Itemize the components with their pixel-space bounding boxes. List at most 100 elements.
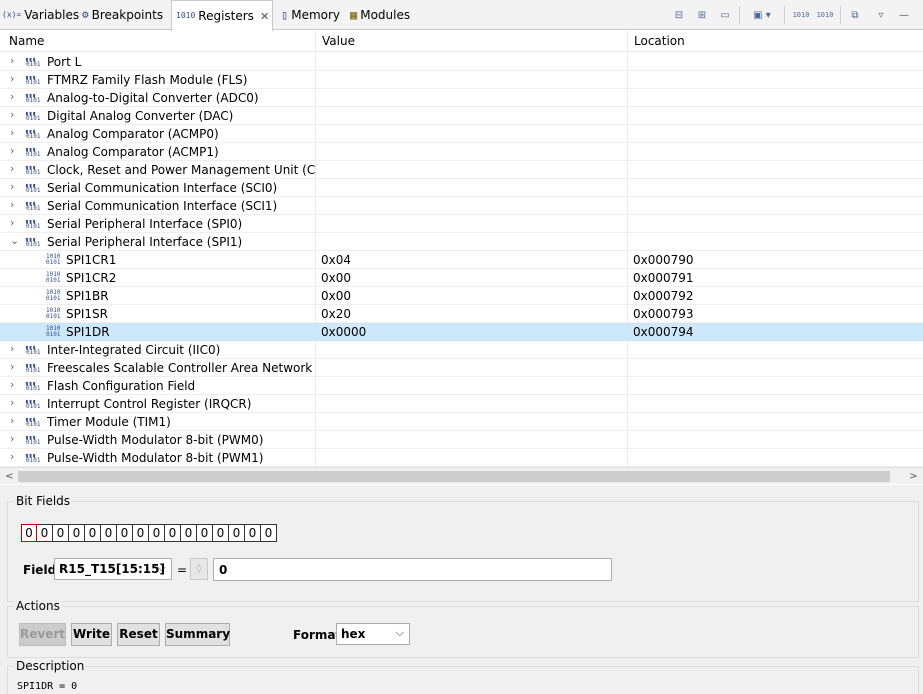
write-button[interactable]: Write — [71, 623, 112, 646]
revert-button[interactable]: Revert — [19, 623, 66, 646]
register-group-row[interactable]: › ▖▖▖ 0101 Inter-Integrated Circuit (IIC0) — [0, 341, 923, 359]
bit-cell[interactable]: 0 — [245, 524, 261, 542]
register-row[interactable]: 1010 0101 SPI1DR 0x0000 0x000794 — [0, 323, 923, 341]
layout-menu-icon[interactable]: ▣ ▾ — [747, 7, 777, 23]
register-group-row[interactable]: › ▖▖▖ 0101 Port L — [0, 53, 923, 71]
register-value[interactable]: 0x00 — [321, 289, 351, 303]
register-group-row[interactable]: › ▖▖▖ 0101 Analog Comparator (ACMP0) — [0, 125, 923, 143]
chevron-right-icon[interactable]: › — [10, 198, 20, 211]
chevron-right-icon[interactable]: › — [10, 432, 20, 445]
bit-cell[interactable]: 0 — [261, 524, 277, 542]
bit-cell[interactable]: 0 — [85, 524, 101, 542]
new-view-icon[interactable]: ⧉ — [846, 7, 864, 23]
chevron-right-icon[interactable]: › — [10, 54, 20, 67]
bit-cell[interactable]: 0 — [229, 524, 245, 542]
number-format-alt-icon[interactable]: 1010 — [814, 7, 836, 23]
chevron-right-icon[interactable]: › — [10, 162, 20, 175]
close-icon[interactable]: ✕ — [260, 10, 269, 23]
column-header-name[interactable]: Name — [9, 34, 44, 48]
chevron-right-icon[interactable]: › — [10, 378, 20, 391]
register-location: 0x000794 — [633, 325, 694, 339]
chevron-right-icon[interactable]: › — [10, 144, 20, 157]
bit-cell[interactable]: 0 — [69, 524, 85, 542]
view-menu-icon[interactable]: ▿ — [874, 7, 888, 23]
format-select[interactable]: hex ⌵ — [336, 623, 410, 645]
bit-cell[interactable]: 0 — [53, 524, 69, 542]
column-header-location[interactable]: Location — [634, 34, 685, 48]
register-group-row[interactable]: › ▖▖▖ 0101 Digital Analog Converter (DAC) — [0, 107, 923, 125]
register-group-row[interactable]: › ▖▖▖ 0101 Analog Comparator (ACMP1) — [0, 143, 923, 161]
register-group-row[interactable]: › ▖▖▖ 0101 Serial Peripheral Interface (SPI… — [0, 215, 923, 233]
scroll-right-icon[interactable]: > — [905, 469, 922, 484]
chevron-right-icon[interactable]: › — [10, 396, 20, 409]
bit-cell[interactable]: 0 — [181, 524, 197, 542]
bit-cell[interactable]: 0 — [37, 524, 53, 542]
bit-cell[interactable]: 0 — [21, 524, 37, 542]
register-row[interactable]: 1010 0101 SPI1BR 0x00 0x000792 — [0, 287, 923, 305]
add-register-group-icon[interactable]: ⊞ — [694, 7, 710, 23]
register-group-row[interactable]: › ▖▖▖ 0101 Clock, Reset and Power Managemen… — [0, 161, 923, 179]
scroll-left-icon[interactable]: < — [1, 469, 18, 484]
minimize-icon[interactable]: ▭ — [717, 7, 733, 23]
bit-cell[interactable]: 0 — [133, 524, 149, 542]
bit-cell[interactable]: 0 — [165, 524, 181, 542]
bit-cell[interactable]: 0 — [117, 524, 133, 542]
column-header-value[interactable]: Value — [322, 34, 355, 48]
table-header: Name Value Location — [0, 31, 923, 52]
number-format-icon[interactable]: 1010 — [790, 7, 812, 23]
chevron-right-icon[interactable]: › — [10, 360, 20, 373]
chevron-right-icon[interactable]: › — [10, 108, 20, 121]
register-group-icon: ▖▖▖ 0101 — [26, 109, 41, 122]
chevron-right-icon[interactable]: › — [10, 342, 20, 355]
chevron-right-icon[interactable]: › — [10, 414, 20, 427]
register-group-row[interactable]: › ▖▖▖ 0101 Serial Communication Interface (… — [0, 197, 923, 215]
scrollbar-thumb[interactable] — [18, 471, 890, 482]
register-group-row[interactable]: ⌄ ▖▖▖ 0101 Serial Peripheral Interface (SPI… — [0, 233, 923, 251]
tab-breakpoints-label: Breakpoints — [91, 8, 164, 22]
tab-variables[interactable]: (x)= Variables — [2, 0, 79, 30]
bit-cell[interactable]: 0 — [101, 524, 117, 542]
register-value[interactable]: 0x04 — [321, 253, 351, 267]
bit-cell[interactable]: 0 — [197, 524, 213, 542]
field-spinner[interactable]: ◊ — [190, 558, 208, 580]
tab-registers[interactable]: 1010 Registers ✕ — [171, 0, 273, 31]
reset-button[interactable]: Reset — [117, 623, 160, 646]
register-row[interactable]: 1010 0101 SPI1CR2 0x00 0x000791 — [0, 269, 923, 287]
register-value[interactable]: 0x0000 — [321, 325, 366, 339]
chevron-down-icon[interactable]: ⌄ — [10, 234, 20, 247]
field-value-input[interactable]: 0 — [213, 558, 612, 581]
tab-modules[interactable]: ▦ Modules — [350, 0, 410, 30]
register-group-row[interactable]: › ▖▖▖ 0101 Analog-to-Digital Converter (ADC… — [0, 89, 923, 107]
register-value[interactable]: 0x00 — [321, 271, 351, 285]
register-group-name: Analog-to-Digital Converter (ADC0) — [47, 91, 259, 105]
collapse-all-icon[interactable]: ⊟ — [671, 7, 687, 23]
register-group-row[interactable]: › ▖▖▖ 0101 Serial Communication Interface (… — [0, 179, 923, 197]
register-row[interactable]: 1010 0101 SPI1SR 0x20 0x000793 — [0, 305, 923, 323]
bit-cell[interactable]: 0 — [213, 524, 229, 542]
register-group-row[interactable]: › ▖▖▖ 0101 Timer Module (TIM1) — [0, 413, 923, 431]
register-group-row[interactable]: › ▖▖▖ 0101 FTMRZ Family Flash Module (FLS) — [0, 71, 923, 89]
register-group-row[interactable]: › ▖▖▖ 0101 Interrupt Control Register (IRQC… — [0, 395, 923, 413]
chevron-right-icon[interactable]: › — [10, 126, 20, 139]
bit-cell[interactable]: 0 — [149, 524, 165, 542]
register-group-icon: ▖▖▖ 0101 — [26, 379, 41, 392]
register-group-row[interactable]: › ▖▖▖ 0101 Pulse-Width Modulator 8-bit (PWM… — [0, 431, 923, 449]
register-value[interactable]: 0x20 — [321, 307, 351, 321]
register-group-row[interactable]: › ▖▖▖ 0101 Freescales Scalable Controller A… — [0, 359, 923, 377]
field-select[interactable]: R15_T15[15:15] ⌵ — [54, 558, 172, 580]
tab-breakpoints[interactable]: ⚙ Breakpoints — [82, 0, 163, 30]
register-group-row[interactable]: › ▖▖▖ 0101 Pulse-Width Modulator 8-bit (PWM… — [0, 449, 923, 467]
chevron-right-icon[interactable]: › — [10, 90, 20, 103]
chevron-right-icon[interactable]: › — [10, 450, 20, 463]
tab-memory[interactable]: ▯ Memory — [281, 0, 340, 30]
description-title: Description — [14, 659, 87, 673]
register-row[interactable]: 1010 0101 SPI1CR1 0x04 0x000790 — [0, 251, 923, 269]
register-group-row[interactable]: › ▖▖▖ 0101 Flash Configuration Field — [0, 377, 923, 395]
chevron-right-icon[interactable]: › — [10, 216, 20, 229]
horizontal-scrollbar[interactable]: < > — [0, 467, 923, 484]
minimize-view-icon[interactable]: — — [897, 7, 911, 23]
register-group-name: Flash Configuration Field — [47, 379, 196, 393]
chevron-right-icon[interactable]: › — [10, 72, 20, 85]
summary-button[interactable]: Summary — [165, 623, 230, 646]
chevron-right-icon[interactable]: › — [10, 180, 20, 193]
